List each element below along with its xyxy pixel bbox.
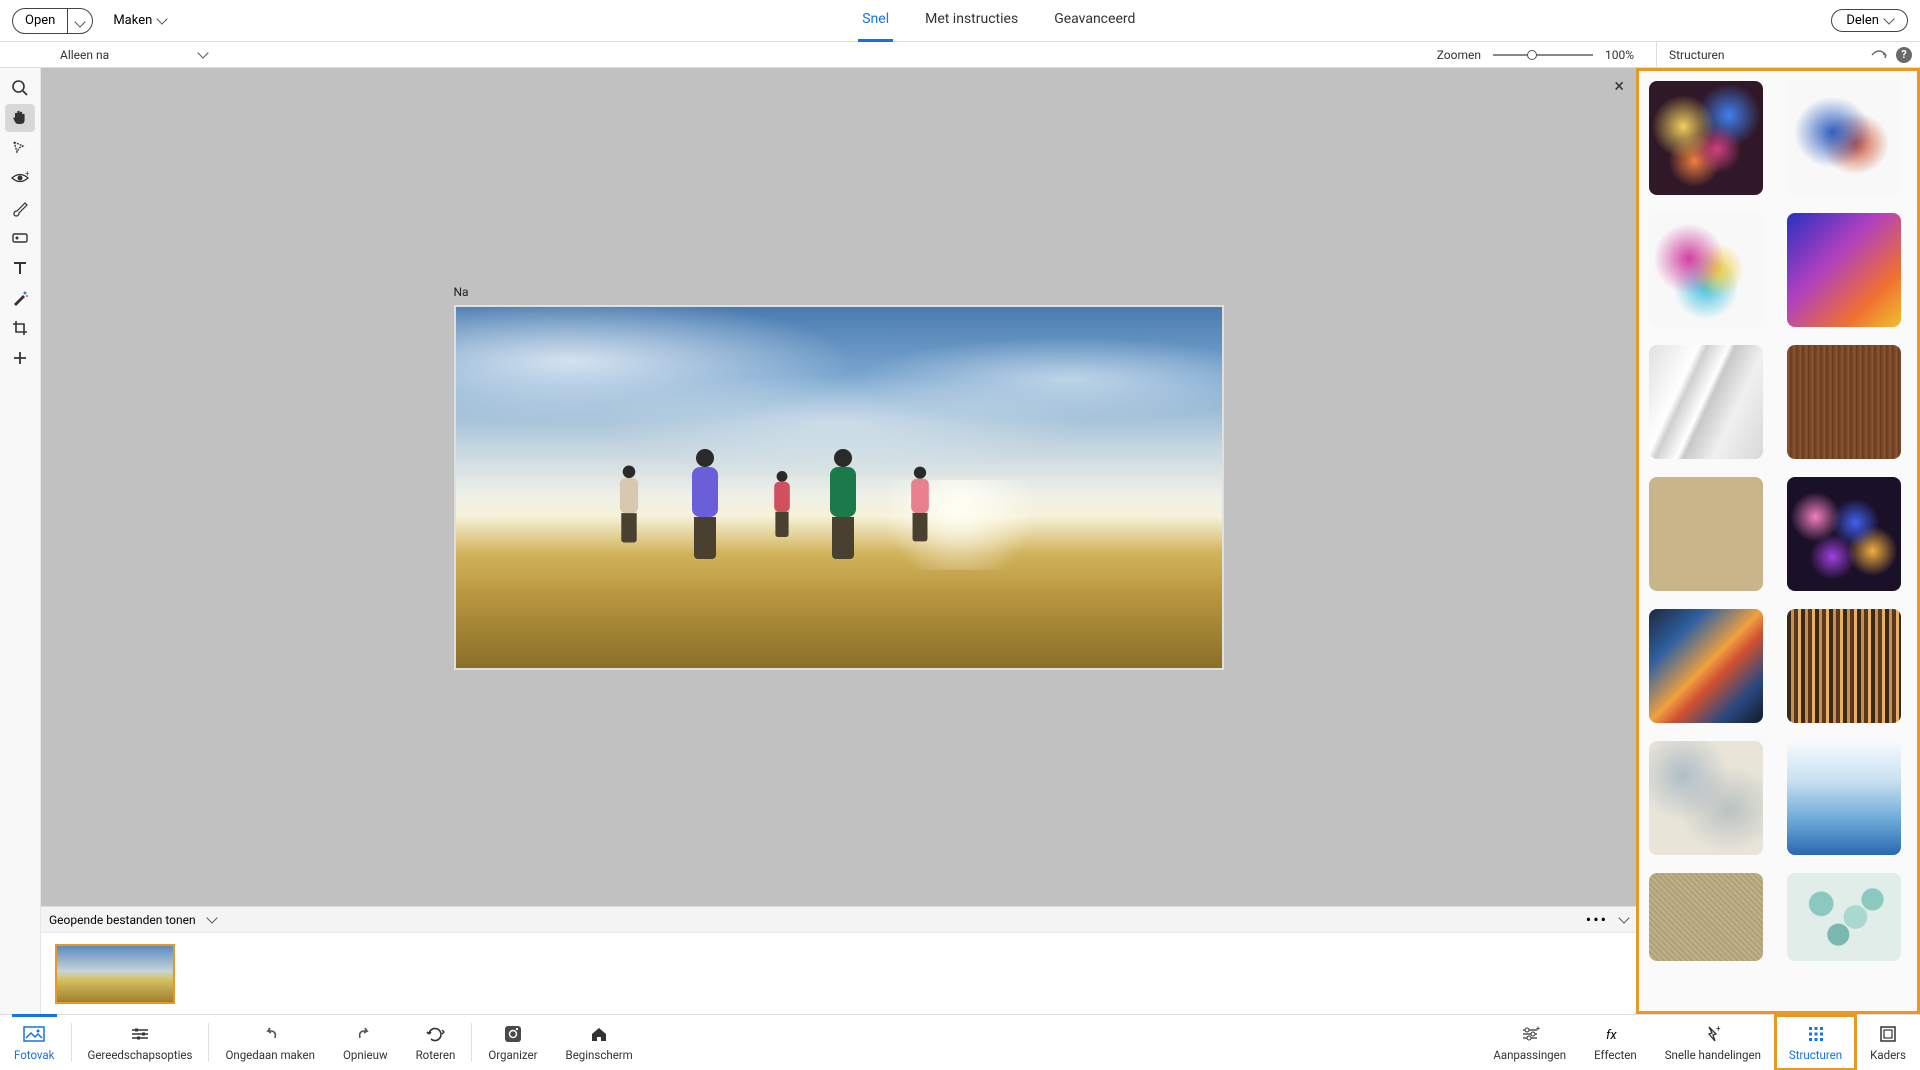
- close-icon[interactable]: ×: [1614, 76, 1624, 97]
- mode-tabs: Snel Met instructies Geavanceerd: [186, 0, 1811, 42]
- svg-text:+: +: [1536, 1026, 1540, 1033]
- texture-water-blue[interactable]: [1787, 741, 1901, 855]
- tool-options-icon: [130, 1024, 150, 1044]
- textures-icon: [1807, 1024, 1825, 1044]
- beginscherm-button[interactable]: Beginscherm: [552, 1015, 647, 1070]
- texture-bokeh-hearts[interactable]: [1649, 81, 1763, 195]
- maken-label: Maken: [113, 13, 152, 28]
- kaders-button[interactable]: Kaders: [1856, 1015, 1920, 1070]
- texture-sand[interactable]: [1649, 477, 1763, 591]
- na-label: Na: [454, 285, 469, 299]
- organizer-icon: [504, 1024, 522, 1044]
- delen-button[interactable]: Delen: [1831, 9, 1908, 32]
- fotovak-button[interactable]: Fotovak: [0, 1015, 69, 1070]
- secondary-bar: Alleen na Zoomen 100% Structuren ?: [0, 42, 1920, 68]
- zoom-value: 100%: [1605, 48, 1634, 62]
- zoom-thumb[interactable]: [1527, 50, 1537, 60]
- undo-icon: [260, 1024, 280, 1044]
- open-caret[interactable]: [68, 11, 92, 30]
- add-tool[interactable]: [5, 344, 35, 372]
- type-tool[interactable]: [5, 254, 35, 282]
- crop-tool[interactable]: [5, 314, 35, 342]
- chevron-down-icon: [197, 47, 208, 58]
- texture-triangles[interactable]: [1649, 609, 1763, 723]
- textures-panel: [1636, 68, 1920, 1014]
- organizer-button[interactable]: Organizer: [474, 1015, 551, 1070]
- svg-text:+: +: [1716, 1025, 1721, 1033]
- spot-heal-tool[interactable]: [5, 284, 35, 312]
- opnieuw-button[interactable]: Opnieuw: [329, 1015, 402, 1070]
- texture-wood[interactable]: [1787, 345, 1901, 459]
- svg-text:fx: fx: [1606, 1028, 1617, 1042]
- roteren-button[interactable]: Roteren: [402, 1015, 470, 1070]
- effecten-button[interactable]: fx Effecten: [1580, 1015, 1651, 1070]
- viewmode-label: Alleen na: [60, 48, 109, 62]
- tab-met-instructies[interactable]: Met instructies: [921, 0, 1022, 42]
- hand-tool[interactable]: [5, 104, 35, 132]
- zoom-tool[interactable]: [5, 74, 35, 102]
- frames-icon: [1879, 1024, 1897, 1044]
- stamp-tool[interactable]: [5, 224, 35, 252]
- zoom-controls: Zoomen 100%: [1437, 48, 1634, 62]
- more-icon[interactable]: •••: [1586, 910, 1608, 929]
- texture-wood-planks[interactable]: [1787, 609, 1901, 723]
- texture-bokeh-dark[interactable]: [1787, 477, 1901, 591]
- zoom-label: Zoomen: [1437, 48, 1481, 62]
- aanpassingen-button[interactable]: + Aanpassingen: [1479, 1015, 1580, 1070]
- viewmode-dropdown[interactable]: Alleen na: [60, 48, 207, 62]
- snelle-handelingen-button[interactable]: + Snelle handelingen: [1651, 1015, 1775, 1070]
- open-label: Open: [13, 13, 67, 28]
- texture-glass-streaks[interactable]: [1649, 345, 1763, 459]
- open-files-bar: Geopende bestanden tonen •••: [41, 906, 1636, 932]
- texture-ink-smoke[interactable]: [1787, 81, 1901, 195]
- bottom-bar: Fotovak Gereedschapsopties Ongedaan make…: [0, 1014, 1920, 1070]
- texture-gradient[interactable]: [1787, 213, 1901, 327]
- gereedschapsopties-button[interactable]: Gereedschapsopties: [74, 1015, 207, 1070]
- delen-label: Delen: [1846, 13, 1879, 28]
- texture-clouds-paper[interactable]: [1649, 741, 1763, 855]
- left-toolbar: +: [0, 68, 41, 1014]
- structuren-button[interactable]: Structuren: [1775, 1015, 1856, 1070]
- file-thumbnail[interactable]: [55, 944, 175, 1004]
- panel-title: Structuren: [1657, 48, 1870, 62]
- texture-burlap[interactable]: [1649, 873, 1763, 961]
- tab-geavanceerd[interactable]: Geavanceerd: [1050, 0, 1139, 42]
- redeye-tool[interactable]: +: [5, 164, 35, 192]
- chevron-down-icon[interactable]: [206, 912, 217, 923]
- chevron-down-icon: [157, 13, 168, 24]
- texture-waves-pattern[interactable]: [1787, 873, 1901, 961]
- chevron-down-icon[interactable]: [1618, 912, 1629, 923]
- texture-paint-splash[interactable]: [1649, 213, 1763, 327]
- rotate-icon: [424, 1024, 446, 1044]
- thumbnails-bar: [41, 932, 1636, 1014]
- photo-canvas[interactable]: [454, 305, 1224, 670]
- photo-bin-icon: [23, 1024, 45, 1044]
- reset-icon[interactable]: [1870, 49, 1888, 61]
- quick-actions-icon: +: [1703, 1024, 1723, 1044]
- redo-icon: [355, 1024, 375, 1044]
- home-icon: [590, 1024, 608, 1044]
- adjustments-icon: +: [1520, 1024, 1540, 1044]
- chevron-down-icon: [1883, 13, 1894, 24]
- top-bar: Open Maken Snel Met instructies Geavance…: [0, 0, 1920, 42]
- maken-button[interactable]: Maken: [113, 13, 166, 28]
- svg-text:+: +: [25, 171, 30, 178]
- tab-snel[interactable]: Snel: [858, 0, 893, 42]
- open-button[interactable]: Open: [12, 8, 93, 34]
- help-icon[interactable]: ?: [1896, 47, 1912, 63]
- ongedaan-maken-button[interactable]: Ongedaan maken: [211, 1015, 329, 1070]
- quick-select-tool[interactable]: [5, 134, 35, 162]
- zoom-slider[interactable]: [1493, 54, 1593, 56]
- canvas-area[interactable]: × Na: [41, 68, 1636, 906]
- effects-icon: fx: [1606, 1024, 1624, 1044]
- open-files-label: Geopende bestanden tonen: [49, 913, 196, 927]
- brush-tool[interactable]: [5, 194, 35, 222]
